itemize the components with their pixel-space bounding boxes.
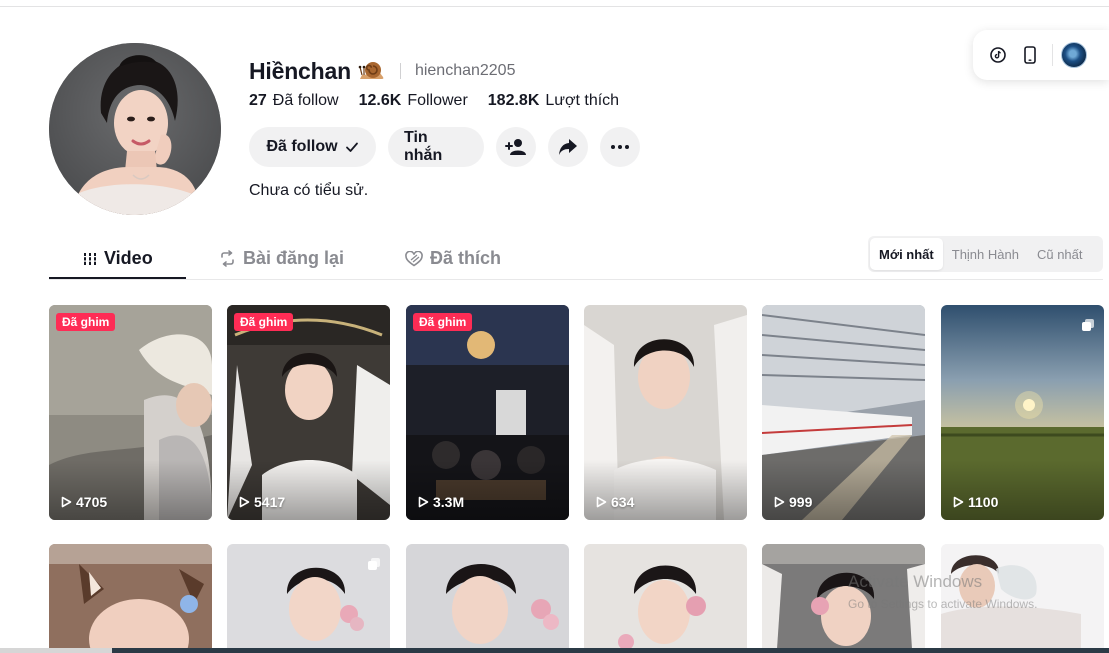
following-stat[interactable]: 27 Đã follow xyxy=(249,92,339,110)
video-card[interactable] xyxy=(49,544,212,649)
video-thumbnail xyxy=(406,544,569,649)
play-icon xyxy=(61,496,72,508)
play-icon xyxy=(953,496,964,508)
avatar-photo xyxy=(49,43,221,215)
view-count-value: 634 xyxy=(611,494,635,510)
followers-count: 12.6K xyxy=(358,92,402,109)
toolbar-divider xyxy=(1052,44,1053,66)
thumbnail-shade xyxy=(584,460,747,520)
thumbnail-shade xyxy=(49,460,212,520)
view-count-value: 4705 xyxy=(76,494,108,510)
view-count: 634 xyxy=(596,494,634,510)
more-options-button[interactable] xyxy=(600,127,640,167)
share-button[interactable] xyxy=(548,127,588,167)
message-button-label: Tin nhắn xyxy=(404,129,443,164)
video-card[interactable]: Đã ghim 3.3M xyxy=(406,305,569,520)
more-dots-icon xyxy=(611,145,629,149)
video-card[interactable] xyxy=(584,544,747,649)
share-icon xyxy=(559,139,577,155)
view-count: 3.3M xyxy=(418,494,464,510)
tab-video-label: Video xyxy=(104,248,153,268)
snail-emoji-icon xyxy=(358,62,384,79)
photo-carousel-icon xyxy=(368,558,380,570)
mobile-app-button[interactable] xyxy=(1014,39,1046,71)
video-card[interactable]: 1100 xyxy=(941,305,1104,520)
video-thumbnail xyxy=(227,544,390,649)
repost-icon xyxy=(221,250,234,267)
profile-actions: Đã follow Tin nhắn xyxy=(249,127,652,167)
video-card[interactable]: Đã ghim 4705 xyxy=(49,305,212,520)
tab-liked[interactable]: Đã thích xyxy=(405,238,501,279)
grid-lines-icon xyxy=(83,252,97,265)
sort-latest[interactable]: Mới nhất xyxy=(870,238,943,270)
account-avatar[interactable] xyxy=(1061,42,1087,68)
sort-popular[interactable]: Thịnh Hành xyxy=(943,238,1028,270)
view-count: 4705 xyxy=(61,494,107,510)
view-count: 999 xyxy=(774,494,812,510)
tab-reposts-label: Bài đăng lại xyxy=(243,248,345,268)
view-count-value: 999 xyxy=(789,494,813,510)
thumbnail-shade xyxy=(941,460,1104,520)
tab-liked-label: Đã thích xyxy=(430,248,502,268)
view-count-value: 5417 xyxy=(254,494,286,510)
sort-oldest[interactable]: Cũ nhất xyxy=(1028,238,1092,270)
tiktok-icon xyxy=(990,47,1006,63)
likes-label: Lượt thích xyxy=(545,92,620,109)
play-icon xyxy=(239,496,250,508)
likes-stat: 182.8K Lượt thích xyxy=(488,92,619,110)
profile-name-row: Hiềnchan hienchan2205 xyxy=(249,56,515,86)
view-count-value: 3.3M xyxy=(433,494,465,510)
view-count: 1100 xyxy=(953,494,998,510)
play-icon xyxy=(596,496,607,508)
message-button[interactable]: Tin nhắn xyxy=(388,127,484,167)
phone-icon xyxy=(1024,46,1036,64)
view-count: 5417 xyxy=(239,494,285,510)
heart-hidden-icon xyxy=(405,250,423,266)
taskbar-segment xyxy=(0,648,112,653)
checkmark-icon xyxy=(345,142,358,152)
view-count-value: 1100 xyxy=(968,494,999,510)
username: hienchan2205 xyxy=(414,62,516,79)
video-card[interactable]: 999 xyxy=(762,305,925,520)
floating-toolbar xyxy=(973,30,1109,80)
tiktok-logo-button[interactable] xyxy=(982,39,1014,71)
play-icon xyxy=(418,496,429,508)
tab-reposts[interactable]: Bài đăng lại xyxy=(219,238,344,279)
active-tab-indicator xyxy=(49,277,186,279)
profile-avatar[interactable] xyxy=(49,43,221,215)
profile-stats: 27 Đã follow 12.6K Follower 182.8K Lượt … xyxy=(249,92,639,110)
name-divider xyxy=(399,63,401,79)
video-card[interactable] xyxy=(227,544,390,649)
suggested-accounts-button[interactable] xyxy=(496,127,536,167)
pinned-badge: Đã ghim xyxy=(56,313,116,331)
thumbnail-shade xyxy=(406,460,569,520)
video-card[interactable]: Đã ghim 5417 xyxy=(227,305,390,520)
video-thumbnail xyxy=(584,544,747,649)
display-name: Hiềnchan xyxy=(249,57,351,84)
followers-label: Follower xyxy=(407,92,468,109)
following-button[interactable]: Đã follow xyxy=(249,127,376,167)
video-card[interactable] xyxy=(406,544,569,649)
following-count: 27 xyxy=(249,92,267,109)
likes-count: 182.8K xyxy=(487,92,540,109)
following-button-label: Đã follow xyxy=(266,138,338,155)
followers-stat[interactable]: 12.6K Follower xyxy=(359,92,468,110)
os-taskbar-edge xyxy=(0,648,1109,653)
play-icon xyxy=(774,496,785,508)
video-card[interactable]: 634 xyxy=(584,305,747,520)
pinned-badge: Đã ghim xyxy=(234,313,294,331)
tab-video[interactable]: Video xyxy=(83,238,153,279)
thumbnail-shade xyxy=(762,460,925,520)
following-label: Đã follow xyxy=(272,92,339,109)
thumbnail-shade xyxy=(227,460,390,520)
profile-bio: Chưa có tiểu sử. xyxy=(249,182,369,199)
video-thumbnail xyxy=(49,544,212,649)
activation-watermark-subtitle: Go to Settings to activate Windows. xyxy=(848,597,1038,611)
sort-control: Mới nhất Thịnh Hành Cũ nhất xyxy=(868,236,1103,272)
activation-watermark-title: Activate Windows xyxy=(848,572,983,591)
pinned-badge: Đã ghim xyxy=(413,313,473,331)
add-user-icon xyxy=(505,139,526,155)
photo-carousel-icon xyxy=(1082,319,1094,331)
top-divider xyxy=(0,6,1109,7)
